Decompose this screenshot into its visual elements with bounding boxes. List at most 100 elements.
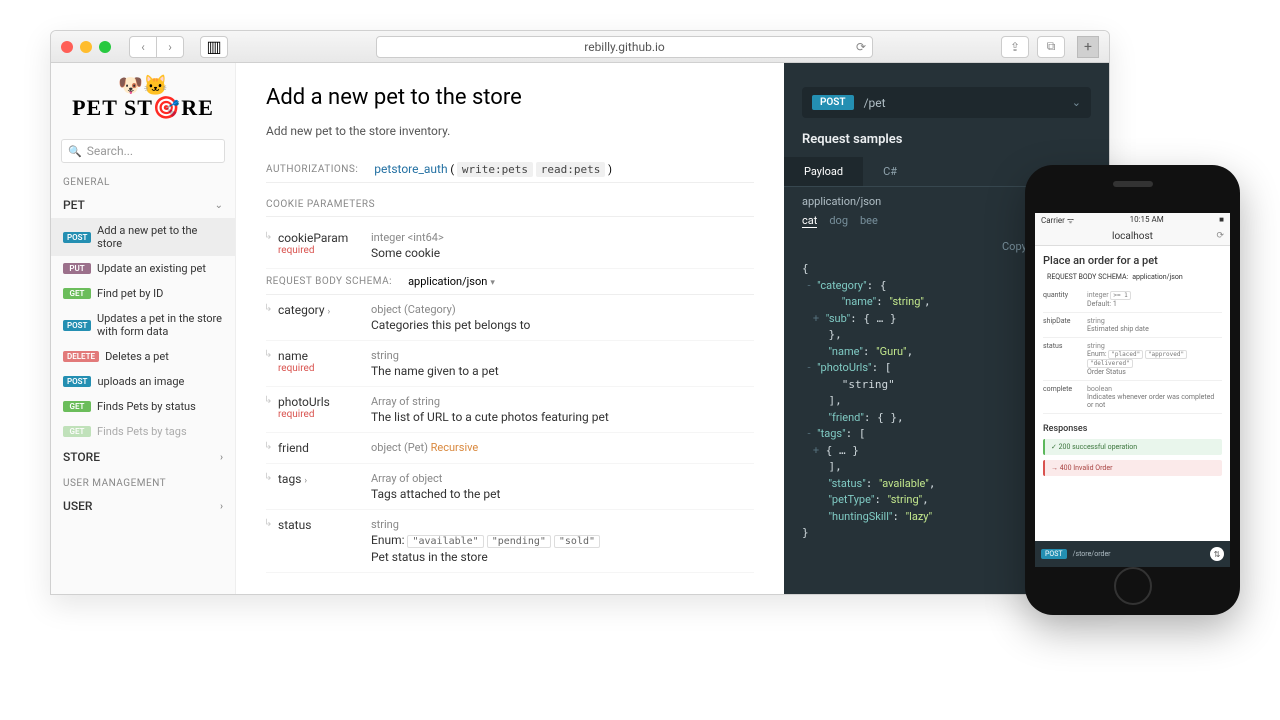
sidebar-endpoint[interactable]: GET Find pet by ID xyxy=(51,281,235,306)
param-required: required xyxy=(278,363,371,374)
tab-csharp[interactable]: C# xyxy=(863,157,917,186)
sidebar-endpoint[interactable]: POST uploads an image xyxy=(51,369,235,394)
search-icon: 🔍 xyxy=(68,145,82,158)
method-badge: PUT xyxy=(63,263,91,274)
share-icon[interactable]: ⇪ xyxy=(1001,36,1029,58)
subtab-dog[interactable]: dog xyxy=(829,214,848,228)
method-badge: GET xyxy=(63,426,91,437)
page-title: Add a new pet to the store xyxy=(266,85,754,110)
sidebar-item-user[interactable]: USER › xyxy=(51,493,235,519)
reload-icon[interactable]: ⟳ xyxy=(1216,231,1224,241)
phone-endpoint[interactable]: POST /store/order ⇅ xyxy=(1035,541,1230,567)
schema-value[interactable]: application/json▾ xyxy=(408,275,495,288)
param-row: cookieParam required integer <int64> Som… xyxy=(266,223,754,269)
endpoint-label: Updates a pet in the store with form dat… xyxy=(97,312,223,338)
phone-mock: Carrier ᯤ 10:15 AM ■ localhost ⟳ Place a… xyxy=(1025,165,1240,615)
chevron-right-icon: › xyxy=(220,501,223,512)
response-200[interactable]: ✓ 200 successful operation xyxy=(1043,439,1222,455)
subtab-cat[interactable]: cat xyxy=(802,214,817,228)
endpoint-label: uploads an image xyxy=(97,375,184,388)
subtab-bee[interactable]: bee xyxy=(860,214,878,228)
param-enum: Enum: "available""pending""sold" xyxy=(371,533,754,548)
param-desc: Pet status in the store xyxy=(371,550,754,564)
phone-urlbar[interactable]: localhost ⟳ xyxy=(1035,228,1230,246)
endpoint-selector[interactable]: POST /pet ⌄ xyxy=(802,87,1091,118)
endpoint-label: Add a new pet to the store xyxy=(97,224,223,250)
battery-icon: ■ xyxy=(1219,215,1224,226)
phone-time: 10:15 AM xyxy=(1130,215,1164,226)
auth-scope: read:pets xyxy=(536,162,606,177)
sidebar-toggle-icon[interactable]: ▥ xyxy=(200,36,228,58)
endpoint-label: Find pet by ID xyxy=(97,287,163,300)
sidebar-endpoint[interactable]: POST Add a new pet to the store xyxy=(51,218,235,256)
sidebar-item-pet[interactable]: PET ⌄ xyxy=(51,192,235,218)
param-desc: Some cookie xyxy=(371,246,754,260)
param-name: status xyxy=(1043,342,1081,376)
logo: 🐶🐱 PET ST🎯RE xyxy=(51,63,235,133)
phone-statusbar: Carrier ᯤ 10:15 AM ■ xyxy=(1035,213,1230,228)
zoom-icon[interactable] xyxy=(99,41,111,53)
tabs-icon[interactable]: ⧉ xyxy=(1037,36,1065,58)
param-desc: string Estimated ship date xyxy=(1087,317,1222,333)
method-badge: POST xyxy=(63,232,91,243)
method-badge: POST xyxy=(63,376,91,387)
param-row: statusstringEnum: "available""pending""s… xyxy=(266,510,754,573)
page-description: Add new pet to the store inventory. xyxy=(266,124,754,138)
param-desc: Categories this pet belongs to xyxy=(371,318,754,332)
window-controls xyxy=(61,41,111,53)
param-name[interactable]: tags› xyxy=(278,472,371,486)
endpoint-label: Finds Pets by tags xyxy=(97,425,187,438)
endpoint-path: /store/order xyxy=(1073,550,1111,558)
chevron-down-icon: ⌄ xyxy=(1072,96,1081,109)
method-badge: DELETE xyxy=(63,351,99,362)
param-row: statusstringEnum: "placed" "approved" "d… xyxy=(1043,338,1222,381)
auth-scope: write:pets xyxy=(457,162,533,177)
param-type: string xyxy=(371,518,754,531)
new-tab-button[interactable]: + xyxy=(1077,36,1099,58)
param-type: string xyxy=(371,349,754,362)
param-row: namerequiredstringThe name given to a pe… xyxy=(266,341,754,387)
param-row: quantityinteger >= 1Default: 1 xyxy=(1043,287,1222,313)
back-button[interactable]: ‹ xyxy=(129,36,157,58)
sidebar-item-store[interactable]: STORE › xyxy=(51,444,235,470)
forward-button[interactable]: › xyxy=(156,36,184,58)
chevron-right-icon: › xyxy=(220,452,223,463)
method-badge: POST xyxy=(63,320,91,331)
search-input[interactable]: 🔍 Search... xyxy=(61,139,225,163)
sidebar-endpoint[interactable]: GET Finds Pets by tags xyxy=(51,419,235,444)
samples-title: Request samples xyxy=(784,132,1109,157)
method-badge: POST xyxy=(812,95,854,110)
expand-icon[interactable]: ⇅ xyxy=(1210,547,1224,561)
close-icon[interactable] xyxy=(61,41,73,53)
param-desc: The name given to a pet xyxy=(371,364,754,378)
auth-name[interactable]: petstore_auth xyxy=(374,162,447,176)
url-bar[interactable]: rebilly.github.io ⟳ xyxy=(376,36,873,58)
titlebar: ‹ › ▥ rebilly.github.io ⟳ ⇪ ⧉ + xyxy=(51,31,1109,63)
param-type: object (Category) xyxy=(371,303,754,316)
copy-button[interactable]: Copy xyxy=(1002,240,1027,253)
param-name: cookieParam xyxy=(278,231,371,245)
param-row: category›object (Category) Categories thi… xyxy=(266,295,754,341)
endpoint-label: Deletes a pet xyxy=(105,350,169,363)
method-badge: GET xyxy=(63,288,91,299)
tab-payload[interactable]: Payload xyxy=(784,157,863,186)
endpoint-label: Update an existing pet xyxy=(97,262,206,275)
phone-page-title: Place an order for a pet xyxy=(1043,254,1222,267)
param-name[interactable]: category› xyxy=(278,303,371,317)
sidebar-endpoint[interactable]: DELETE Deletes a pet xyxy=(51,344,235,369)
param-row: completebooleanIndicates whenever order … xyxy=(1043,381,1222,414)
sidebar-endpoint[interactable]: POST Updates a pet in the store with form… xyxy=(51,306,235,344)
method-badge: POST xyxy=(1041,549,1067,559)
phone-host: localhost xyxy=(1112,231,1153,242)
sidebar-endpoint[interactable]: PUT Update an existing pet xyxy=(51,256,235,281)
sidebar-endpoint[interactable]: GETFinds Pets by status xyxy=(51,394,235,419)
reload-icon[interactable]: ⟳ xyxy=(856,40,866,54)
endpoint-label: Finds Pets by status xyxy=(97,400,196,413)
sidebar: 🐶🐱 PET ST🎯RE 🔍 Search... GENERAL PET ⌄ P… xyxy=(51,63,236,594)
minimize-icon[interactable] xyxy=(80,41,92,53)
phone-screen: Carrier ᯤ 10:15 AM ■ localhost ⟳ Place a… xyxy=(1035,213,1230,567)
response-400[interactable]: → 400 Invalid Order xyxy=(1043,460,1222,476)
browser-window: ‹ › ▥ rebilly.github.io ⟳ ⇪ ⧉ + 🐶🐱 PET S… xyxy=(50,30,1110,595)
main-panel: Add a new pet to the store Add new pet t… xyxy=(236,63,784,594)
logo-text: PET ST🎯RE xyxy=(61,95,225,121)
